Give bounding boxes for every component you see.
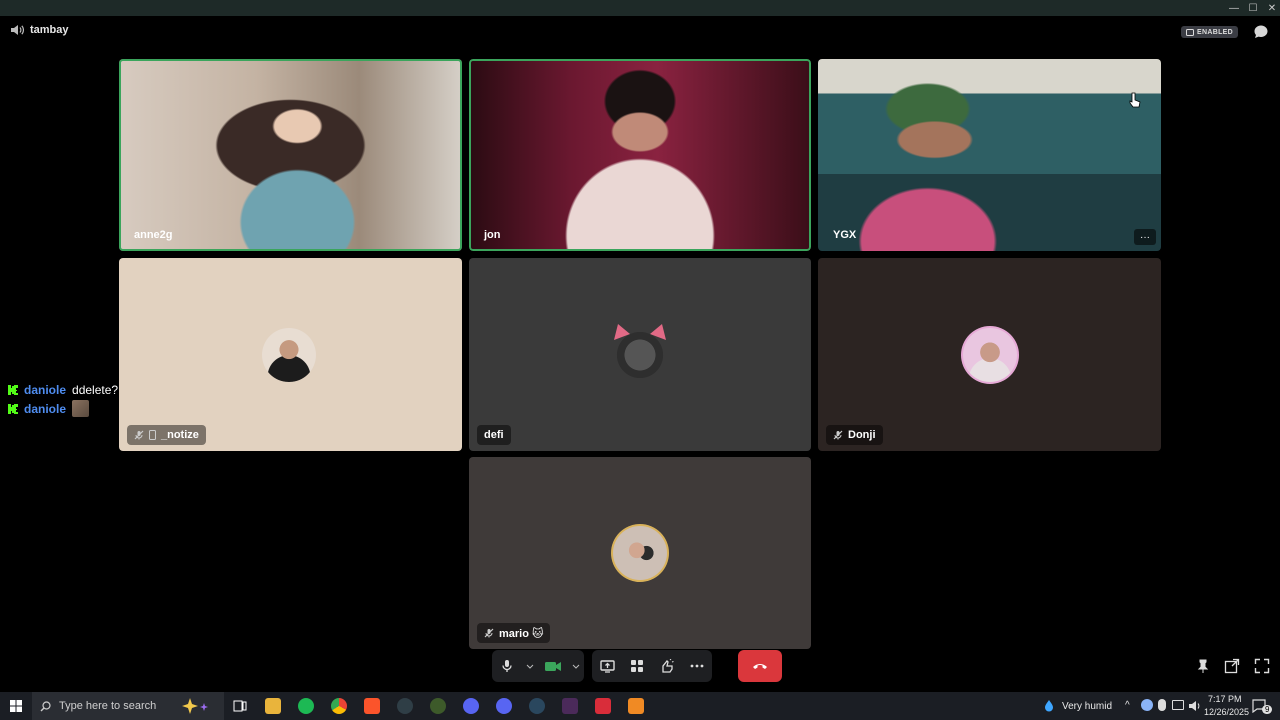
camera-options-caret[interactable] — [568, 650, 584, 682]
cursor-icon — [1129, 92, 1141, 108]
microphone-button[interactable] — [492, 650, 522, 682]
participant-name: anne2g — [134, 229, 173, 241]
activities-button[interactable] — [622, 650, 652, 682]
chat-icon[interactable] — [1253, 24, 1269, 40]
taskbar-search[interactable]: Type here to search — [32, 692, 224, 720]
emote-image — [72, 400, 90, 417]
speaker-icon — [11, 25, 24, 35]
kick-icon — [8, 403, 18, 414]
soundboard-icon — [662, 659, 674, 673]
screen-share-icon — [599, 659, 615, 673]
window-title-bar: — ☐ ✕ — [0, 0, 1280, 16]
file-explorer-icon[interactable] — [265, 698, 281, 714]
tray-app-icon[interactable] — [1141, 699, 1153, 711]
hang-up-icon — [753, 664, 767, 669]
chat-overlay: daniole ddelete? daniole — [8, 380, 118, 418]
mobile-icon — [149, 430, 156, 440]
popout-icon[interactable] — [1224, 658, 1240, 674]
mic-muted-icon — [134, 430, 144, 440]
chat-message: daniole — [8, 399, 118, 418]
maximize-button[interactable]: ☐ — [1243, 0, 1263, 16]
participant-tile[interactable]: _notize — [119, 258, 462, 451]
volume-icon[interactable] — [1188, 700, 1202, 712]
mic-options-caret[interactable] — [522, 650, 538, 682]
app-icon[interactable] — [430, 698, 446, 714]
chat-text: ddelete? — [72, 382, 119, 397]
app-icon[interactable] — [397, 698, 413, 714]
participant-name: Donji — [826, 425, 883, 445]
microphone-icon[interactable] — [1158, 699, 1166, 711]
avatar — [613, 526, 667, 580]
participant-name: defi — [477, 425, 511, 445]
camera-button[interactable] — [538, 650, 568, 682]
participant-tile[interactable]: mario 🐱 — [469, 457, 811, 649]
chrome-icon[interactable] — [331, 698, 347, 714]
audio-controls — [492, 650, 584, 682]
activity-controls — [592, 650, 712, 682]
chevron-down-icon — [526, 664, 534, 669]
activity-icon — [1186, 28, 1195, 36]
brave-icon[interactable] — [364, 698, 380, 714]
participant-tile[interactable]: jon — [469, 59, 811, 251]
spotify-icon[interactable] — [298, 698, 314, 714]
participant-name: jon — [484, 229, 501, 241]
windows-start-icon[interactable] — [10, 700, 22, 712]
app-icon[interactable] — [595, 698, 611, 714]
more-options-button[interactable]: ··· — [1134, 229, 1156, 245]
call-header: tambay ENABLED — [0, 16, 1280, 48]
share-screen-button[interactable] — [592, 650, 622, 682]
windows-taskbar: Type here to search Very humid ^ 7:17 PM… — [0, 692, 1280, 720]
more-button[interactable] — [682, 650, 712, 682]
chat-message: daniole ddelete? — [8, 380, 118, 399]
pin-icon[interactable] — [1195, 658, 1211, 674]
status-badge[interactable]: ENABLED — [1181, 26, 1238, 38]
discord-icon[interactable] — [496, 698, 512, 714]
minimize-button[interactable]: — — [1224, 0, 1244, 16]
steam-icon[interactable] — [529, 698, 545, 714]
clock-date[interactable]: 12/26/2025 — [1204, 707, 1249, 717]
status-badge-label: ENABLED — [1197, 28, 1233, 36]
chat-username[interactable]: daniole — [24, 402, 66, 416]
cat-ears-decoration — [614, 324, 666, 340]
sparkle-icon — [182, 698, 208, 714]
weather-text[interactable]: Very humid — [1062, 701, 1112, 712]
notification-count: 9 — [1262, 705, 1273, 714]
avatar — [261, 327, 316, 382]
network-icon[interactable] — [1172, 700, 1184, 710]
discord-icon[interactable] — [463, 698, 479, 714]
voice-channel[interactable]: tambay — [10, 24, 69, 36]
participant-tile[interactable]: defi — [469, 258, 811, 451]
kick-icon — [8, 384, 18, 395]
channel-name: tambay — [30, 24, 69, 36]
search-placeholder: Type here to search — [59, 700, 157, 712]
call-controls — [492, 650, 782, 682]
camera-icon — [545, 661, 561, 671]
soundboard-button[interactable] — [652, 650, 682, 682]
search-icon — [40, 700, 51, 711]
fullscreen-icon[interactable] — [1254, 658, 1270, 674]
chevron-down-icon — [572, 664, 580, 669]
clock-time[interactable]: 7:17 PM — [1208, 694, 1242, 704]
participant-tile[interactable]: Donji — [818, 258, 1161, 451]
participant-name: mario 🐱 — [477, 623, 551, 643]
microphone-icon — [502, 660, 512, 672]
mic-muted-icon — [484, 628, 494, 638]
avatar — [962, 327, 1017, 382]
app-icon[interactable] — [562, 698, 578, 714]
participant-name: _notize — [127, 425, 206, 445]
chevron-up-icon[interactable]: ^ — [1125, 700, 1130, 711]
participant-name: YGX — [833, 229, 857, 241]
humidity-icon — [1045, 700, 1053, 712]
activities-icon — [631, 660, 643, 672]
close-button[interactable]: ✕ — [1262, 0, 1280, 16]
participant-tile[interactable]: YGX ··· — [818, 59, 1161, 251]
participant-tile[interactable]: anne2g — [119, 59, 462, 251]
app-icon[interactable] — [628, 698, 644, 714]
mic-muted-icon — [833, 430, 843, 440]
end-call-button[interactable] — [738, 650, 782, 682]
chat-username[interactable]: daniole — [24, 383, 66, 397]
ellipsis-icon — [690, 664, 704, 668]
task-view-icon[interactable] — [232, 698, 248, 714]
